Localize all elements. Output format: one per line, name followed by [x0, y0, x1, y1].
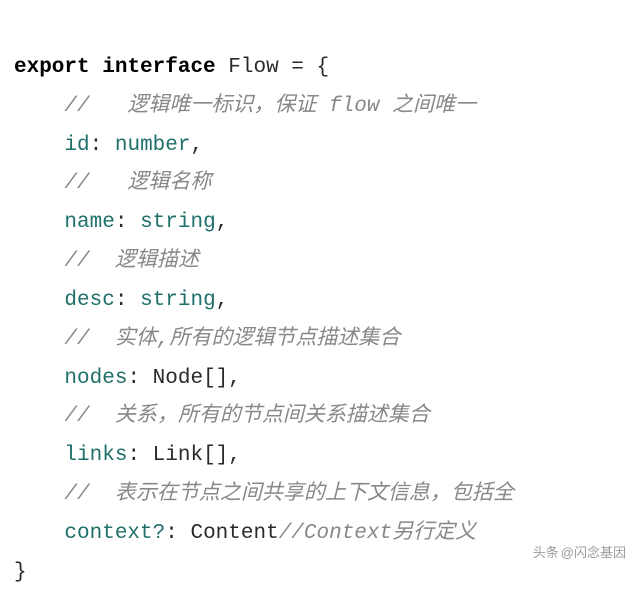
line-8: // 实体,所有的逻辑节点描述集合 [14, 328, 400, 351]
line-2: // 逻辑唯一标识，保证 flow 之间唯一 [14, 95, 476, 118]
line-10: // 关系，所有的节点间关系描述集合 [14, 405, 430, 428]
line-11: links: Link[], [14, 444, 241, 467]
comment-nodes: // 实体,所有的逻辑节点描述集合 [64, 328, 400, 351]
prop-links: links [64, 444, 127, 467]
colon: : [115, 289, 128, 312]
comment-id: // 逻辑唯一标识，保证 flow 之间唯一 [64, 95, 476, 118]
watermark-icon: 头条 [533, 545, 559, 560]
line-12: // 表示在节点之间共享的上下文信息，包括全 [14, 483, 514, 506]
comment-name: // 逻辑名称 [64, 172, 211, 195]
comma: , [216, 289, 229, 312]
keyword-interface: interface [102, 56, 215, 79]
comment-contextdef: //Context另行定义 [279, 522, 476, 545]
type-content: Content [190, 522, 278, 545]
comma: , [190, 134, 203, 157]
watermark: 头条@闪念基因 [533, 541, 626, 565]
type-string2: string [140, 289, 216, 312]
colon: : [90, 134, 103, 157]
type-linkarr: Link[] [153, 444, 229, 467]
equals: = [291, 56, 304, 79]
line-5: name: string, [14, 211, 228, 234]
line-14: } [14, 561, 27, 584]
brace-open: { [317, 56, 330, 79]
prop-context: context? [64, 522, 165, 545]
colon: : [165, 522, 178, 545]
prop-desc: desc [64, 289, 114, 312]
colon: : [127, 367, 140, 390]
comment-links: // 关系，所有的节点间关系描述集合 [64, 405, 429, 428]
comment-desc: // 逻辑描述 [64, 250, 198, 273]
keyword-export: export [14, 56, 90, 79]
comma: , [228, 367, 241, 390]
watermark-text: @闪念基因 [561, 545, 626, 560]
prop-id: id [64, 134, 89, 157]
code-block: export interface Flow = { // 逻辑唯一标识，保证 f… [14, 10, 626, 593]
line-1: export interface Flow = { [14, 56, 329, 79]
comma: , [216, 211, 229, 234]
brace-close: } [14, 561, 27, 584]
comment-context: // 表示在节点之间共享的上下文信息，包括全 [64, 483, 513, 506]
colon: : [127, 444, 140, 467]
type-nodearr: Node[] [153, 367, 229, 390]
line-9: nodes: Node[], [14, 367, 241, 390]
line-13: context?: Content//Context另行定义 [14, 522, 476, 545]
line-3: id: number, [14, 134, 203, 157]
type-string: string [140, 211, 216, 234]
interface-name: Flow [228, 56, 278, 79]
comma: , [228, 444, 241, 467]
prop-nodes: nodes [64, 367, 127, 390]
line-6: // 逻辑描述 [14, 250, 199, 273]
prop-name: name [64, 211, 114, 234]
line-7: desc: string, [14, 289, 228, 312]
colon: : [115, 211, 128, 234]
line-4: // 逻辑名称 [14, 172, 211, 195]
type-number: number [115, 134, 191, 157]
